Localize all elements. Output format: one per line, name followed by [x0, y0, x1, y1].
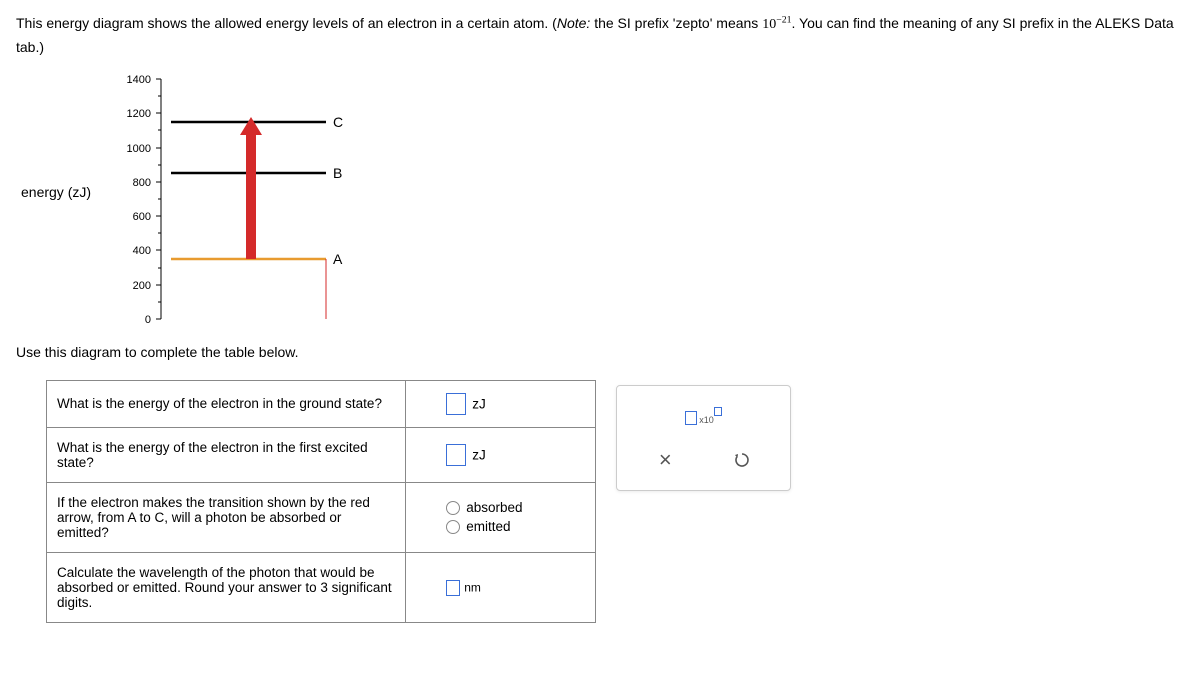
reset-icon — [732, 450, 752, 470]
table-row: Calculate the wavelength of the photon t… — [47, 552, 596, 622]
clear-button[interactable]: × — [644, 444, 686, 476]
answer-cell: zJ — [406, 427, 596, 482]
svg-text:1200: 1200 — [127, 108, 151, 120]
table-row: What is the energy of the electron in th… — [47, 427, 596, 482]
question-cell: What is the energy of the electron in th… — [47, 380, 406, 427]
answer-cell: absorbed emitted — [406, 482, 596, 552]
question-cell: Calculate the wavelength of the photon t… — [47, 552, 406, 622]
svg-text:1000: 1000 — [127, 143, 151, 155]
y-axis-label: energy (zJ) — [21, 184, 91, 200]
svg-text:800: 800 — [133, 177, 151, 189]
table-row: What is the energy of the electron in th… — [47, 380, 596, 427]
instruction-text: This energy diagram shows the allowed en… — [16, 12, 1184, 59]
chart-svg: 0 200 400 600 800 1000 1200 1400 A B — [66, 69, 406, 329]
instruction-2: Use this diagram to complete the table b… — [16, 344, 1184, 360]
svg-text:0: 0 — [145, 314, 151, 326]
answer-input[interactable] — [446, 580, 460, 596]
svg-text:400: 400 — [133, 245, 151, 257]
svg-text:C: C — [333, 114, 343, 130]
toolbox-panel: x10 × — [616, 385, 791, 491]
question-table: What is the energy of the electron in th… — [46, 380, 596, 623]
answer-cell: zJ — [406, 380, 596, 427]
svg-text:B: B — [333, 165, 342, 181]
svg-text:1400: 1400 — [127, 74, 151, 86]
question-cell: What is the energy of the electron in th… — [47, 427, 406, 482]
answer-input[interactable] — [446, 444, 466, 466]
scientific-notation-button[interactable]: x10 — [683, 400, 725, 432]
table-row: If the electron makes the transition sho… — [47, 482, 596, 552]
radio-emitted[interactable] — [446, 520, 460, 534]
svg-text:A: A — [333, 251, 343, 267]
svg-text:600: 600 — [133, 211, 151, 223]
radio-absorbed[interactable] — [446, 501, 460, 515]
question-cell: If the electron makes the transition sho… — [47, 482, 406, 552]
answer-cell: nm — [406, 552, 596, 622]
svg-text:200: 200 — [133, 280, 151, 292]
energy-level-chart: energy (zJ) 0 200 400 600 800 1000 1200 … — [66, 69, 1184, 329]
answer-input[interactable] — [446, 393, 466, 415]
reset-button[interactable] — [721, 444, 763, 476]
